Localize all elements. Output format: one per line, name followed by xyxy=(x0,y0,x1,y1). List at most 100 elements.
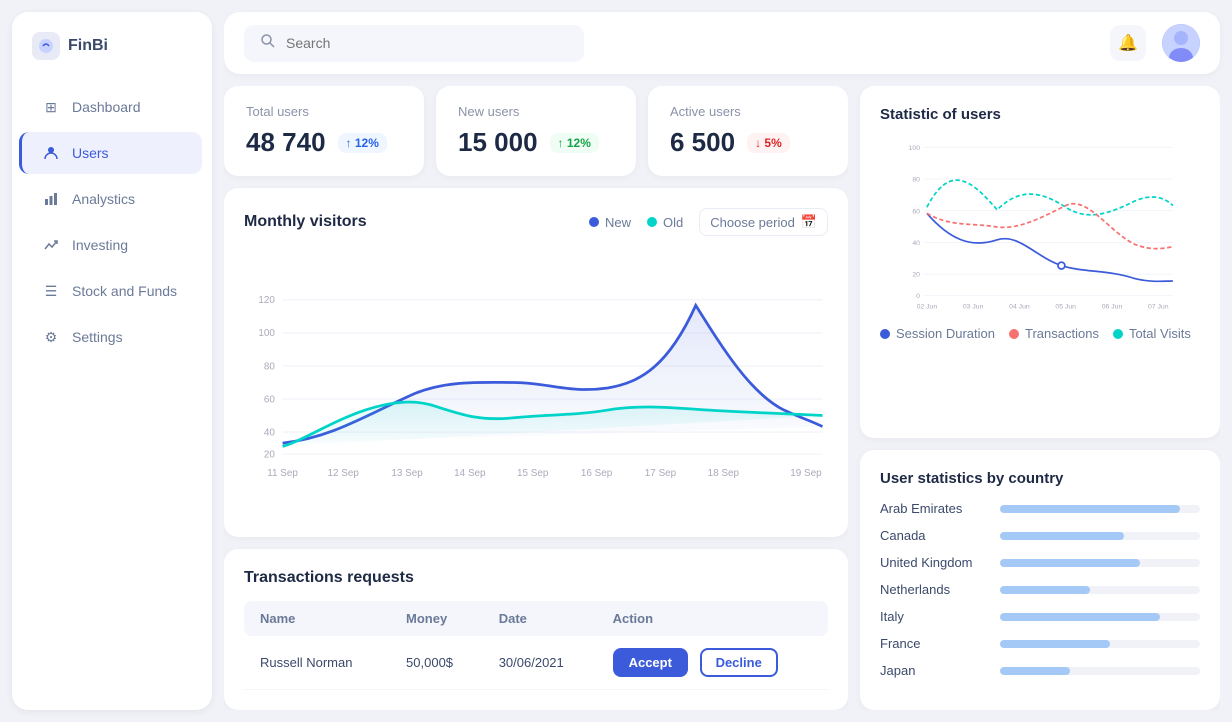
country-row-1: Canada xyxy=(880,528,1200,543)
analytics-icon xyxy=(42,190,60,208)
country-bar-4 xyxy=(1000,613,1160,621)
svg-text:14 Sep: 14 Sep xyxy=(454,468,486,479)
country-stats-card: User statistics by country Arab Emirates… xyxy=(860,450,1220,710)
logo-icon xyxy=(32,32,60,60)
chart-title: Monthly visitors xyxy=(244,213,367,231)
notification-button[interactable]: 🔔 xyxy=(1110,25,1146,61)
statistic-legend: Session Duration Transactions Total Visi… xyxy=(880,326,1200,341)
country-bar-0 xyxy=(1000,505,1180,513)
sidebar-item-analytics[interactable]: Analystics xyxy=(22,178,202,220)
svg-text:120: 120 xyxy=(258,295,275,306)
country-stats-title: User statistics by country xyxy=(880,470,1200,487)
svg-text:100: 100 xyxy=(258,328,275,339)
header: 🔔 xyxy=(224,12,1220,74)
country-bar-1 xyxy=(1000,532,1124,540)
choose-period-button[interactable]: Choose period 📅 xyxy=(699,208,828,236)
total-users-value: 48 740 xyxy=(246,127,326,158)
stats-row: Total users 48 740 ↑ 12% New users 15 00… xyxy=(224,86,848,176)
accept-button[interactable]: Accept xyxy=(613,648,688,677)
sidebar-label-settings: Settings xyxy=(72,329,123,345)
active-users-value-row: 6 500 ↓ 5% xyxy=(670,127,826,158)
country-name-0: Arab Emirates xyxy=(880,501,990,516)
country-name-6: Japan xyxy=(880,663,990,678)
settings-icon: ⚙ xyxy=(42,328,60,346)
legend-total-visits: Total Visits xyxy=(1113,326,1191,341)
svg-text:13 Sep: 13 Sep xyxy=(391,468,423,479)
country-row-6: Japan xyxy=(880,663,1200,678)
svg-text:0: 0 xyxy=(916,293,920,300)
svg-text:40: 40 xyxy=(264,427,276,438)
monthly-visitors-card: Monthly visitors New Old xyxy=(224,188,848,537)
country-bar-bg-5 xyxy=(1000,640,1200,648)
svg-text:20: 20 xyxy=(912,272,920,279)
svg-text:15 Sep: 15 Sep xyxy=(517,468,549,479)
avatar[interactable] xyxy=(1162,24,1200,62)
stat-card-total-users: Total users 48 740 ↑ 12% xyxy=(224,86,424,176)
legend-new: New xyxy=(589,215,631,230)
stock-icon: ☰ xyxy=(42,282,60,300)
svg-text:07 Jun: 07 Jun xyxy=(1148,303,1169,310)
investing-icon xyxy=(42,236,60,254)
country-bar-bg-0 xyxy=(1000,505,1200,513)
choose-period-label: Choose period xyxy=(710,215,795,230)
svg-text:06 Jun: 06 Jun xyxy=(1102,303,1123,310)
svg-text:02 Jun: 02 Jun xyxy=(917,303,938,310)
country-bar-bg-6 xyxy=(1000,667,1200,675)
country-bar-bg-2 xyxy=(1000,559,1200,567)
svg-text:20: 20 xyxy=(264,449,276,460)
search-bar[interactable] xyxy=(244,25,584,62)
active-users-badge: ↓ 5% xyxy=(747,133,790,153)
monthly-chart-area: 120 100 80 60 40 20 xyxy=(244,248,828,517)
new-users-badge: ↑ 12% xyxy=(550,133,599,153)
legend-dot-old xyxy=(647,217,657,227)
country-name-5: France xyxy=(880,636,990,651)
legend-label-new: New xyxy=(605,215,631,230)
legend-dot-new xyxy=(589,217,599,227)
app-name: FinBi xyxy=(68,37,108,55)
col-name: Name xyxy=(244,601,390,636)
search-input[interactable] xyxy=(286,35,568,51)
country-row-2: United Kingdom xyxy=(880,555,1200,570)
svg-text:03 Jun: 03 Jun xyxy=(963,303,984,310)
sidebar-item-dashboard[interactable]: ⊞ Dashboard xyxy=(22,86,202,128)
logo: FinBi xyxy=(12,32,212,84)
legend-transactions: Transactions xyxy=(1009,326,1099,341)
svg-text:40: 40 xyxy=(912,240,920,247)
total-users-badge: ↑ 12% xyxy=(338,133,387,153)
total-users-value-row: 48 740 ↑ 12% xyxy=(246,127,402,158)
country-bar-6 xyxy=(1000,667,1070,675)
svg-text:80: 80 xyxy=(264,361,276,372)
dashboard-icon: ⊞ xyxy=(42,98,60,116)
session-label: Session Duration xyxy=(896,326,995,341)
sidebar-item-users[interactable]: Users xyxy=(19,132,202,174)
bell-icon: 🔔 xyxy=(1118,33,1138,53)
transactions-table: Name Money Date Action Russell Norman 50… xyxy=(244,601,828,690)
col-action: Action xyxy=(597,601,828,636)
svg-text:05 Jun: 05 Jun xyxy=(1055,303,1076,310)
svg-text:11 Sep: 11 Sep xyxy=(267,468,298,479)
svg-text:17 Sep: 17 Sep xyxy=(645,468,677,479)
sidebar-item-investing[interactable]: Investing xyxy=(22,224,202,266)
country-name-2: United Kingdom xyxy=(880,555,990,570)
total-users-label: Total users xyxy=(246,104,402,119)
sidebar-item-stock[interactable]: ☰ Stock and Funds xyxy=(22,270,202,312)
statistic-title: Statistic of users xyxy=(880,106,1200,123)
sidebar-item-settings[interactable]: ⚙ Settings xyxy=(22,316,202,358)
monthly-chart-svg: 120 100 80 60 40 20 xyxy=(244,248,828,517)
legend-old: Old xyxy=(647,215,683,230)
country-bar-bg-3 xyxy=(1000,586,1200,594)
sidebar-label-investing: Investing xyxy=(72,237,128,253)
svg-text:60: 60 xyxy=(264,394,276,405)
row-name: Russell Norman xyxy=(244,636,390,690)
right-column: Statistic of users 100 80 60 40 20 0 xyxy=(860,86,1220,710)
svg-text:60: 60 xyxy=(912,208,920,215)
svg-text:19 Sep: 19 Sep xyxy=(790,468,822,479)
statistic-chart-svg: 100 80 60 40 20 0 xyxy=(880,137,1200,317)
decline-button[interactable]: Decline xyxy=(700,648,778,677)
sidebar: FinBi ⊞ Dashboard Users Analystics xyxy=(12,12,212,710)
country-bar-bg-4 xyxy=(1000,613,1200,621)
country-bar-2 xyxy=(1000,559,1140,567)
transactions-card: Transactions requests Name Money Date Ac… xyxy=(224,549,848,710)
row-money: 50,000$ xyxy=(390,636,483,690)
col-money: Money xyxy=(390,601,483,636)
